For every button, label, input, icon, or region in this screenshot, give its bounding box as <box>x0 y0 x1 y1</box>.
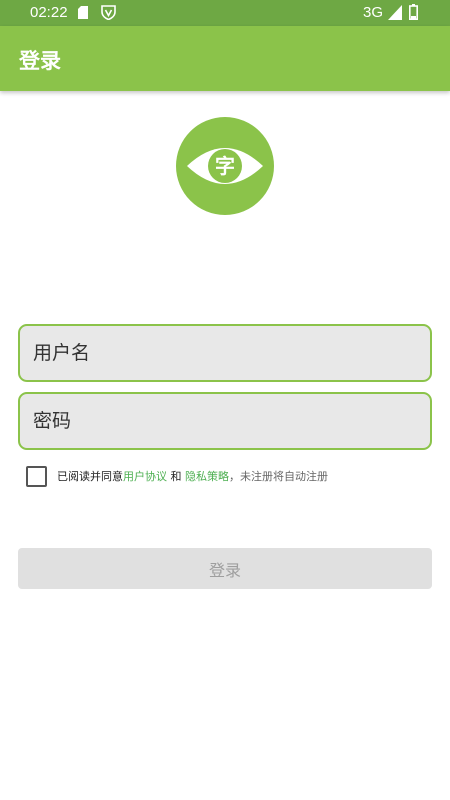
signal-icon <box>388 5 402 20</box>
sd-card-icon <box>78 6 88 19</box>
logo-glyph: 字 <box>215 154 235 178</box>
agreement-text: 已阅读并同意用户协议 和 隐私策略，未注册将自动注册 <box>57 468 328 484</box>
agreement-and: 和 <box>167 470 185 483</box>
app-bar: 登录 <box>0 26 450 91</box>
username-field[interactable] <box>18 324 432 382</box>
battery-icon <box>409 4 418 20</box>
agreement-prefix: 已阅读并同意 <box>57 470 123 483</box>
page-title: 登录 <box>19 49 61 73</box>
user-agreement-link[interactable]: 用户协议 <box>123 470 167 483</box>
agreement-suffix: ，未注册将自动注册 <box>229 470 328 483</box>
eye-logo-icon: 字 <box>176 117 274 215</box>
agreement-row: 已阅读并同意用户协议 和 隐私策略，未注册将自动注册 <box>26 465 328 487</box>
vpn-shield-icon <box>101 5 116 20</box>
agree-checkbox[interactable] <box>26 465 47 487</box>
login-button[interactable]: 登录 <box>18 548 432 589</box>
status-bar: 02:22 3G <box>0 0 450 26</box>
status-time: 02:22 <box>30 4 68 21</box>
privacy-policy-link[interactable]: 隐私策略 <box>185 470 229 483</box>
network-type: 3G <box>363 4 384 21</box>
password-input[interactable] <box>20 394 430 448</box>
password-field[interactable] <box>18 392 432 450</box>
username-input[interactable] <box>20 326 430 380</box>
